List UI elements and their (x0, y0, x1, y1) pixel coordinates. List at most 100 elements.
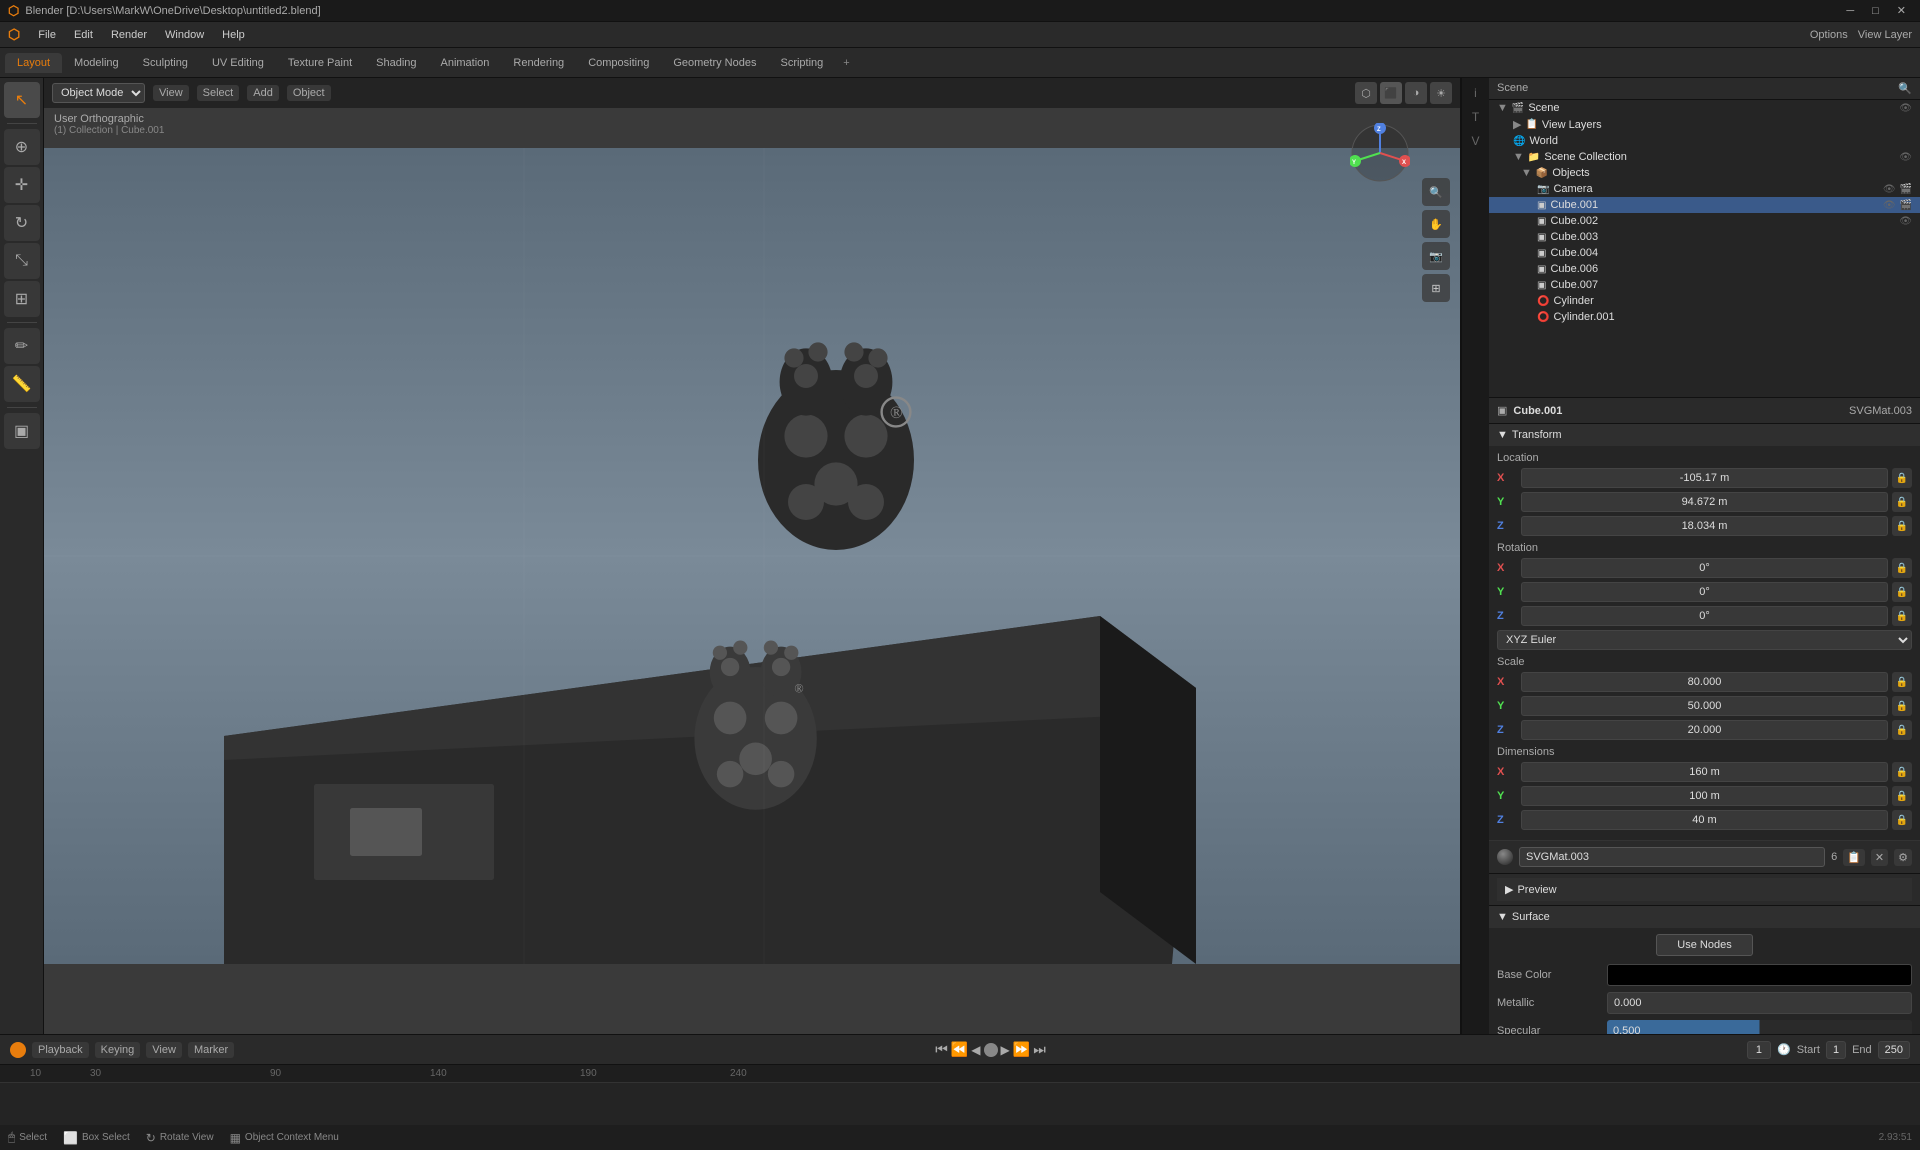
rot-y-lock[interactable]: 🔒 (1892, 582, 1912, 602)
metallic-field[interactable]: 0.000 (1607, 992, 1912, 1014)
dim-x-field[interactable]: 160 m (1521, 762, 1888, 782)
tool-measure[interactable]: 📏 (4, 366, 40, 402)
timeline-keyframes[interactable] (0, 1083, 1920, 1125)
tool-cursor[interactable]: ⊕ (4, 129, 40, 165)
specular-slider[interactable]: 0.500 (1607, 1020, 1912, 1034)
rot-x-field[interactable]: 0° (1521, 558, 1888, 578)
camera-eye[interactable]: 👁 (1883, 184, 1896, 195)
menu-file[interactable]: File (30, 27, 64, 43)
keying-btn[interactable]: Keying (95, 1042, 141, 1058)
tool-select[interactable]: ↖ (4, 82, 40, 118)
dim-z-lock[interactable]: 🔒 (1892, 810, 1912, 830)
rendered-btn[interactable]: ☀ (1430, 82, 1452, 104)
loc-x-lock[interactable]: 🔒 (1892, 468, 1912, 488)
base-color-swatch[interactable] (1607, 964, 1912, 986)
rot-z-field[interactable]: 0° (1521, 606, 1888, 626)
tool-annotate[interactable]: ✏ (4, 328, 40, 364)
next-frame-btn[interactable]: ⏩ (1013, 1041, 1030, 1058)
object-btn[interactable]: Object (287, 85, 331, 101)
outliner-cube007[interactable]: ▣ Cube.007 (1489, 277, 1920, 293)
tool-transform[interactable]: ⊞ (4, 281, 40, 317)
outliner-item-scene[interactable]: ▼ 🎬 Scene 👁 (1489, 100, 1920, 116)
prev-frame-btn[interactable]: ⏪ (951, 1041, 968, 1058)
jump-end-btn[interactable]: ⏭ (1033, 1041, 1046, 1058)
scale-y-field[interactable]: 50.000 (1521, 696, 1888, 716)
zoom-in-btn[interactable]: 🔍 (1422, 178, 1450, 206)
camera-view-btn[interactable]: 📷 (1422, 242, 1450, 270)
tool-add[interactable]: ▣ (4, 413, 40, 449)
outliner-cube003[interactable]: ▣ Cube.003 (1489, 229, 1920, 245)
tab-shading[interactable]: Shading (364, 53, 428, 73)
menu-edit[interactable]: Edit (66, 27, 101, 43)
outliner-scene-collection[interactable]: ▼ 📁 Scene Collection 👁 (1505, 149, 1920, 165)
tab-animation[interactable]: Animation (429, 53, 502, 73)
rot-z-lock[interactable]: 🔒 (1892, 606, 1912, 626)
rot-x-lock[interactable]: 🔒 (1892, 558, 1912, 578)
outliner-cube002[interactable]: ▣ Cube.002 👁 (1489, 213, 1920, 229)
add-btn[interactable]: Add (247, 85, 279, 101)
transform-header[interactable]: ▼ Transform (1489, 424, 1920, 446)
menu-render[interactable]: Render (103, 27, 155, 43)
outliner-cube006[interactable]: ▣ Cube.006 (1489, 261, 1920, 277)
rot-mode-select[interactable]: XYZ Euler (1497, 630, 1912, 650)
dim-y-lock[interactable]: 🔒 (1892, 786, 1912, 806)
tab-layout[interactable]: Layout (5, 53, 62, 73)
scale-x-lock[interactable]: 🔒 (1892, 672, 1912, 692)
start-frame[interactable]: 1 (1826, 1041, 1846, 1059)
outliner-cylinder[interactable]: ⭕ Cylinder (1489, 293, 1920, 309)
outliner-cube001[interactable]: ▣ Cube.001 👁 🎬 (1489, 197, 1920, 213)
viewport[interactable]: Object Mode View Select Add Object ⬡ ⬛ ◑… (44, 78, 1460, 1034)
tab-sculpting[interactable]: Sculpting (131, 53, 200, 73)
object-mode-select[interactable]: Object Mode (52, 83, 145, 103)
mat-name-input[interactable]: SVGMat.003 (1519, 847, 1825, 867)
outliner-cube004[interactable]: ▣ Cube.004 (1489, 245, 1920, 261)
marker-btn[interactable]: Marker (188, 1042, 234, 1058)
preview-header[interactable]: ▶ Preview (1497, 878, 1912, 901)
outliner-view-layers[interactable]: ▶ 📋 View Layers (1505, 116, 1920, 133)
outliner-objects-group[interactable]: ▼ 📦 Objects (1489, 165, 1920, 181)
maximize-btn[interactable]: □ (1866, 5, 1885, 17)
tab-compositing[interactable]: Compositing (576, 53, 661, 73)
cube001-render[interactable]: 🎬 (1900, 200, 1912, 211)
mat-settings-btn[interactable]: ⚙ (1894, 849, 1912, 866)
current-frame[interactable]: 1 (1747, 1041, 1771, 1059)
mat-del-btn[interactable]: ✕ (1871, 849, 1888, 866)
surface-header[interactable]: ▼ Settings Surface (1489, 906, 1920, 928)
scale-x-field[interactable]: 80.000 (1521, 672, 1888, 692)
wireframe-btn[interactable]: ⬡ (1355, 82, 1377, 104)
frame-indicator[interactable] (10, 1042, 26, 1058)
scale-z-field[interactable]: 20.000 (1521, 720, 1888, 740)
tool-move[interactable]: ✛ (4, 167, 40, 203)
outliner-camera[interactable]: 📷 Camera 👁 🎬 (1489, 181, 1920, 197)
item-tab[interactable]: i (1465, 82, 1487, 104)
tab-rendering[interactable]: Rendering (501, 53, 576, 73)
prev-keyframe-btn[interactable]: ◀ (971, 1043, 980, 1057)
eye-icon[interactable]: 👁 (1899, 103, 1912, 114)
next-keyframe-btn[interactable]: ▶ (1001, 1043, 1010, 1057)
menu-window[interactable]: Window (157, 27, 212, 43)
outliner-world[interactable]: 🌐 World (1505, 133, 1920, 149)
loc-x-field[interactable]: -105.17 m (1521, 468, 1888, 488)
solid-btn[interactable]: ⬛ (1380, 82, 1402, 104)
tool-scale[interactable]: ⤡ (4, 243, 40, 279)
camera-render[interactable]: 🎬 (1900, 184, 1912, 195)
timeline-track[interactable]: 10 30 90 140 190 240 (0, 1065, 1920, 1125)
playback-btn[interactable]: Playback (32, 1042, 89, 1058)
end-frame[interactable]: 250 (1878, 1041, 1910, 1059)
move-view-btn[interactable]: ✋ (1422, 210, 1450, 238)
loc-y-field[interactable]: 94.672 m (1521, 492, 1888, 512)
loc-z-field[interactable]: 18.034 m (1521, 516, 1888, 536)
loc-z-lock[interactable]: 🔒 (1892, 516, 1912, 536)
dim-z-field[interactable]: 40 m (1521, 810, 1888, 830)
scale-z-lock[interactable]: 🔒 (1892, 720, 1912, 740)
menu-help[interactable]: Help (214, 27, 253, 43)
tool-tab[interactable]: T (1465, 106, 1487, 128)
dim-y-field[interactable]: 100 m (1521, 786, 1888, 806)
tab-uv-editing[interactable]: UV Editing (200, 53, 276, 73)
viewport-gizmo[interactable]: Z X Y (1350, 123, 1410, 186)
record-btn[interactable] (984, 1043, 998, 1057)
tab-texture-paint[interactable]: Texture Paint (276, 53, 364, 73)
tool-rotate[interactable]: ↻ (4, 205, 40, 241)
grid-btn[interactable]: ⊞ (1422, 274, 1450, 302)
lookdev-btn[interactable]: ◑ (1405, 82, 1427, 104)
